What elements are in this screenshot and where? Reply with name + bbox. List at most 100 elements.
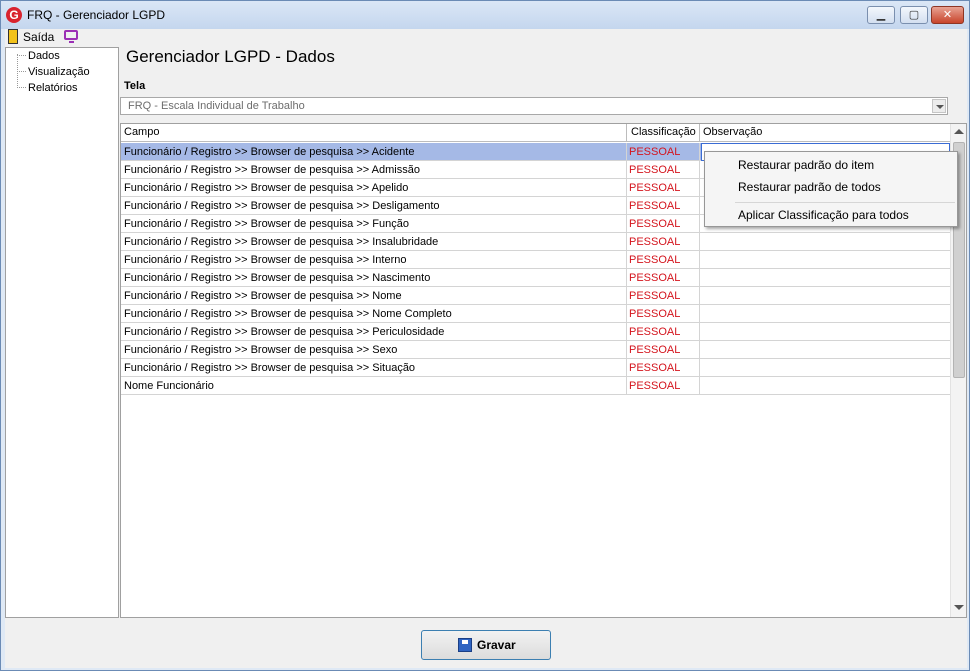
column-divider xyxy=(626,305,627,323)
cell-classificacao[interactable]: PESSOAL xyxy=(629,182,680,194)
tela-select-value: FRQ - Escala Individual de Trabalho xyxy=(128,100,305,112)
tela-label: Tela xyxy=(124,80,146,92)
column-divider xyxy=(626,179,627,197)
cell-classificacao[interactable]: PESSOAL xyxy=(629,326,680,338)
client-area: Saída Dados Visualização Relatórios Gere… xyxy=(5,29,967,668)
column-divider xyxy=(699,179,700,197)
tree-connector xyxy=(17,55,26,56)
exit-door-icon[interactable] xyxy=(8,29,18,44)
cell-campo[interactable]: Funcionário / Registro >> Browser de pes… xyxy=(124,254,407,266)
table-row[interactable]: Funcionário / Registro >> Browser de pes… xyxy=(121,323,950,341)
column-divider xyxy=(699,341,700,359)
column-divider xyxy=(626,287,627,305)
tree-item-dados[interactable]: Dados xyxy=(28,50,60,62)
column-divider xyxy=(699,287,700,305)
column-divider xyxy=(626,197,627,215)
cell-campo[interactable]: Funcionário / Registro >> Browser de pes… xyxy=(124,344,397,356)
cell-classificacao[interactable]: PESSOAL xyxy=(629,380,680,392)
grid-header: Campo Classificação Observação xyxy=(121,124,950,142)
column-divider xyxy=(699,251,700,269)
cell-campo[interactable]: Nome Funcionário xyxy=(124,380,214,392)
column-divider xyxy=(626,143,627,161)
cell-classificacao[interactable]: PESSOAL xyxy=(629,308,680,320)
tree-connector xyxy=(17,87,26,88)
tree-connector xyxy=(17,54,18,86)
app-window: G FRQ - Gerenciador LGPD ▁ ▢ ✕ Saída Dad… xyxy=(0,0,970,671)
scroll-down-icon[interactable] xyxy=(954,605,964,610)
scroll-up-icon[interactable] xyxy=(954,129,964,134)
column-divider xyxy=(699,377,700,395)
cell-classificacao[interactable]: PESSOAL xyxy=(629,236,680,248)
column-divider xyxy=(699,215,700,233)
column-divider xyxy=(626,341,627,359)
cell-campo[interactable]: Funcionário / Registro >> Browser de pes… xyxy=(124,236,438,248)
column-divider xyxy=(626,251,627,269)
column-divider xyxy=(699,269,700,287)
menu-separator xyxy=(735,202,955,203)
exit-menu-item[interactable]: Saída xyxy=(23,30,54,44)
column-divider xyxy=(699,233,700,251)
cell-classificacao[interactable]: PESSOAL xyxy=(629,146,680,158)
menu-item-restore-all-defaults[interactable]: Restaurar padrão de todos xyxy=(738,180,881,194)
cell-classificacao[interactable]: PESSOAL xyxy=(629,218,680,230)
column-divider xyxy=(699,305,700,323)
close-button[interactable]: ✕ xyxy=(931,6,964,24)
column-divider[interactable] xyxy=(626,124,627,142)
column-divider xyxy=(699,143,700,161)
minimize-button[interactable]: ▁ xyxy=(867,6,895,24)
maximize-button[interactable]: ▢ xyxy=(900,6,928,24)
cell-campo[interactable]: Funcionário / Registro >> Browser de pes… xyxy=(124,218,409,230)
navigation-tree: Dados Visualização Relatórios xyxy=(5,47,119,618)
column-divider xyxy=(699,323,700,341)
context-menu: Restaurar padrão do item Restaurar padrã… xyxy=(704,151,958,227)
app-logo-icon: G xyxy=(6,7,22,23)
window-title: FRQ - Gerenciador LGPD xyxy=(27,8,166,22)
cell-classificacao[interactable]: PESSOAL xyxy=(629,290,680,302)
column-header-classificacao[interactable]: Classificação xyxy=(631,126,696,138)
cell-classificacao[interactable]: PESSOAL xyxy=(629,344,680,356)
table-row[interactable]: Funcionário / Registro >> Browser de pes… xyxy=(121,233,950,251)
table-row[interactable]: Funcionário / Registro >> Browser de pes… xyxy=(121,341,950,359)
cell-campo[interactable]: Funcionário / Registro >> Browser de pes… xyxy=(124,362,415,374)
column-divider xyxy=(626,161,627,179)
column-header-observacao[interactable]: Observação xyxy=(703,126,762,138)
cell-classificacao[interactable]: PESSOAL xyxy=(629,254,680,266)
floppy-disk-icon xyxy=(458,638,472,652)
cell-campo[interactable]: Funcionário / Registro >> Browser de pes… xyxy=(124,308,452,320)
cell-classificacao[interactable]: PESSOAL xyxy=(629,200,680,212)
table-row[interactable]: Funcionário / Registro >> Browser de pes… xyxy=(121,287,950,305)
table-row[interactable]: Funcionário / Registro >> Browser de pes… xyxy=(121,305,950,323)
menu-item-restore-item-default[interactable]: Restaurar padrão do item xyxy=(738,158,874,172)
table-row[interactable]: Funcionário / Registro >> Browser de pes… xyxy=(121,269,950,287)
cell-campo[interactable]: Funcionário / Registro >> Browser de pes… xyxy=(124,272,430,284)
cell-classificacao[interactable]: PESSOAL xyxy=(629,164,680,176)
save-button[interactable]: Gravar xyxy=(421,630,551,660)
cell-campo[interactable]: Funcionário / Registro >> Browser de pes… xyxy=(124,164,420,176)
cell-classificacao[interactable]: PESSOAL xyxy=(629,272,680,284)
title-bar[interactable]: G FRQ - Gerenciador LGPD ▁ ▢ ✕ xyxy=(1,1,969,29)
cell-classificacao[interactable]: PESSOAL xyxy=(629,362,680,374)
cell-campo[interactable]: Funcionário / Registro >> Browser de pes… xyxy=(124,182,408,194)
cell-campo[interactable]: Funcionário / Registro >> Browser de pes… xyxy=(124,200,440,212)
cell-campo[interactable]: Funcionário / Registro >> Browser de pes… xyxy=(124,290,402,302)
table-row[interactable]: Nome Funcionário PESSOAL xyxy=(121,377,950,395)
cell-campo[interactable]: Funcionário / Registro >> Browser de pes… xyxy=(124,326,444,338)
monitor-icon[interactable] xyxy=(64,30,78,43)
tela-select[interactable]: FRQ - Escala Individual de Trabalho xyxy=(120,97,948,115)
column-divider xyxy=(699,197,700,215)
chevron-down-icon[interactable] xyxy=(932,99,946,113)
table-row[interactable]: Funcionário / Registro >> Browser de pes… xyxy=(121,359,950,377)
column-divider xyxy=(626,233,627,251)
column-divider xyxy=(626,323,627,341)
column-divider xyxy=(699,161,700,179)
column-header-campo[interactable]: Campo xyxy=(124,126,159,138)
cell-campo[interactable]: Funcionário / Registro >> Browser de pes… xyxy=(124,146,414,158)
menu-bar: Saída xyxy=(5,29,967,46)
tree-item-relatorios[interactable]: Relatórios xyxy=(28,82,78,94)
tree-item-visualizacao[interactable]: Visualização xyxy=(28,66,90,78)
column-divider xyxy=(626,269,627,287)
column-divider[interactable] xyxy=(699,124,700,142)
table-row[interactable]: Funcionário / Registro >> Browser de pes… xyxy=(121,251,950,269)
save-button-label: Gravar xyxy=(477,638,516,652)
menu-item-apply-classification-all[interactable]: Aplicar Classificação para todos xyxy=(738,208,909,222)
